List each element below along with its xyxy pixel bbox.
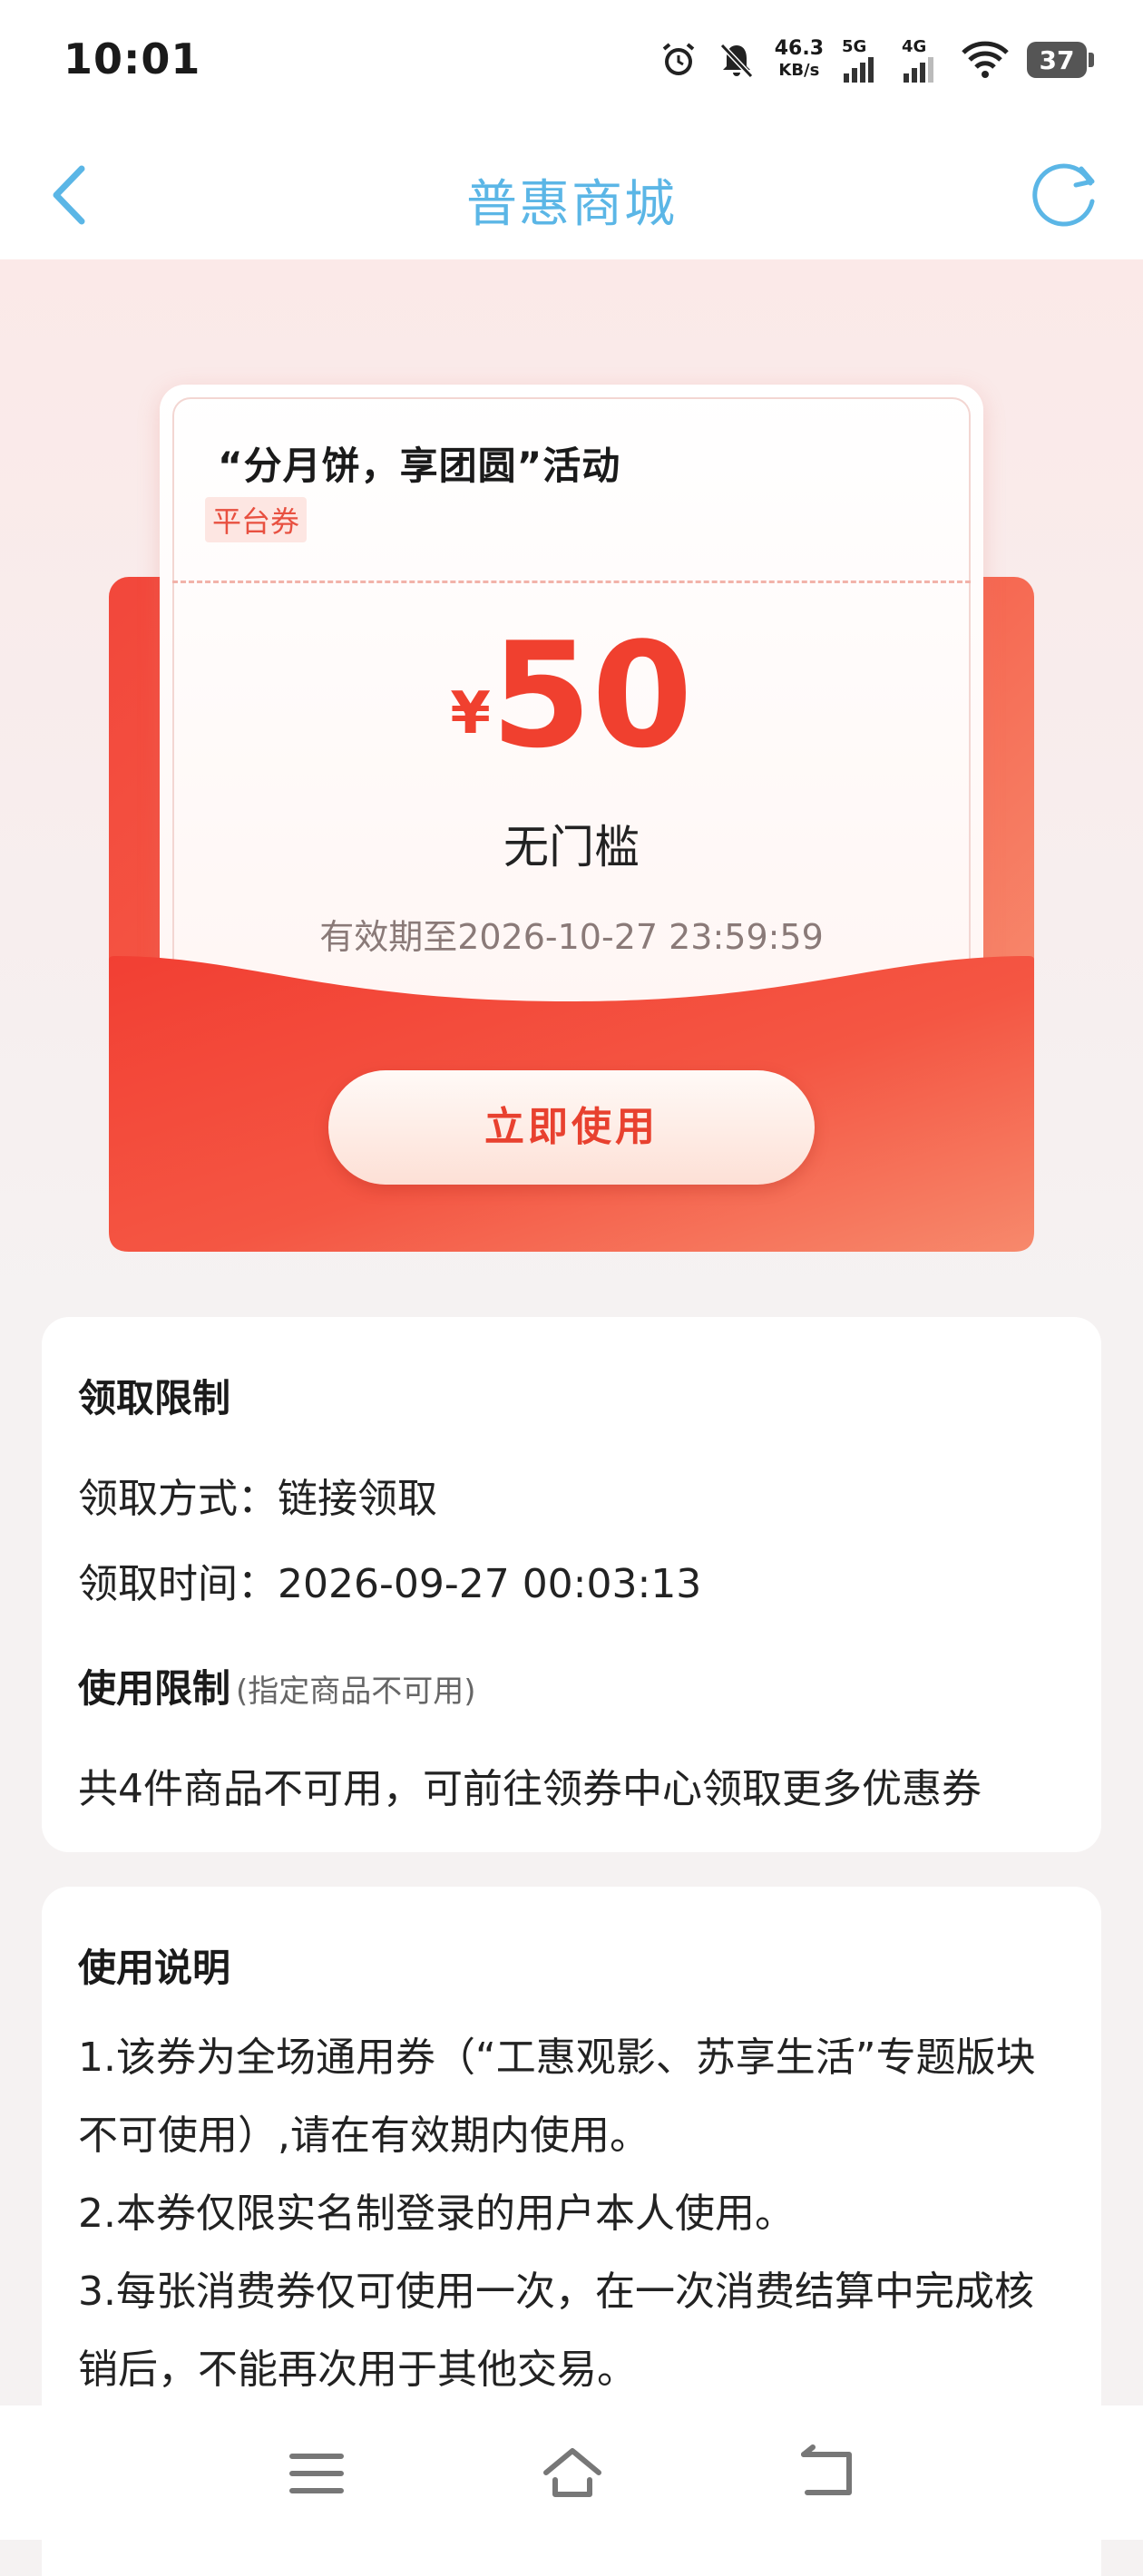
status-time: 10:01 (64, 34, 201, 83)
alarm-icon (662, 43, 694, 75)
amount-value: 50 (490, 610, 693, 780)
signal-icon: 5G (842, 37, 884, 83)
instruction-item-3: 3.每张消费券仅可使用一次，在一次消费结算中完成核销后，不能再次用于其他交易。 (78, 2269, 1034, 2393)
use-limit-title: 使用限制 (78, 1666, 231, 1711)
status-bar: 10:01 46.3 KB/s 5G 4G 37 (0, 0, 1143, 127)
currency-symbol: ¥ (450, 680, 491, 747)
claim-limit-heading: 领取限制 (78, 1376, 231, 1420)
signal-icon-2: 4G (902, 37, 943, 83)
instructions-heading: 使用说明 (78, 1946, 231, 1990)
use-limit-note: (指定商品不可用) (236, 1673, 476, 1710)
page-title: 普惠商城 (466, 175, 677, 234)
sim2-label: 4G (902, 37, 927, 56)
use-now-button[interactable]: 立即使用 (328, 1070, 815, 1185)
home-icon[interactable] (541, 2442, 604, 2505)
sim1-label: 5G (842, 37, 867, 56)
wifi-icon (962, 41, 1009, 78)
use-limit-text: 共4件商品不可用，可前往领券中心领取更多优惠券 (78, 1766, 982, 1812)
claim-time: 领取时间：2026-09-27 00:03:13 (78, 1561, 702, 1607)
claim-method: 领取方式：链接领取 (78, 1476, 437, 1522)
dashed-divider (172, 581, 971, 583)
use-limit-heading: 使用限制 (指定商品不可用) (78, 1658, 476, 1713)
system-nav-bar (0, 2405, 1143, 2540)
battery-icon: 37 (1027, 42, 1094, 78)
activity-title: “分月饼，享团圆”活动 (218, 444, 621, 488)
refresh-icon[interactable] (1025, 156, 1103, 234)
bell-off-icon (719, 43, 753, 79)
limits-panel: 领取限制 领取方式：链接领取 领取时间：2026-09-27 00:03:13 … (42, 1317, 1101, 1852)
net-speed-unit: KB/s (778, 61, 820, 80)
back-nav-icon[interactable] (795, 2442, 858, 2505)
net-speed: 46.3 KB/s (775, 38, 824, 82)
coupon-type-badge: 平台券 (205, 497, 308, 542)
net-speed-value: 46.3 (774, 37, 824, 60)
instruction-item-2: 2.本券仅限实名制登录的用户本人使用。 (78, 2191, 795, 2237)
nav-bar: 普惠商城 (0, 127, 1143, 259)
coupon-amount: ¥50 (160, 619, 983, 773)
coupon-condition: 无门槛 (503, 821, 640, 873)
menu-icon[interactable] (285, 2442, 348, 2505)
status-icons: 46.3 KB/s 5G 4G 37 (659, 34, 1094, 85)
instruction-item-1: 1.该券为全场通用券（“工惠观影、苏享生活”专题版块不可使用）,请在有效期内使用… (78, 2034, 1036, 2159)
coupon-card: “分月饼，享团圆”活动 平台券 ¥50 无门槛 有效期至2026-10-27 2… (160, 385, 983, 1020)
